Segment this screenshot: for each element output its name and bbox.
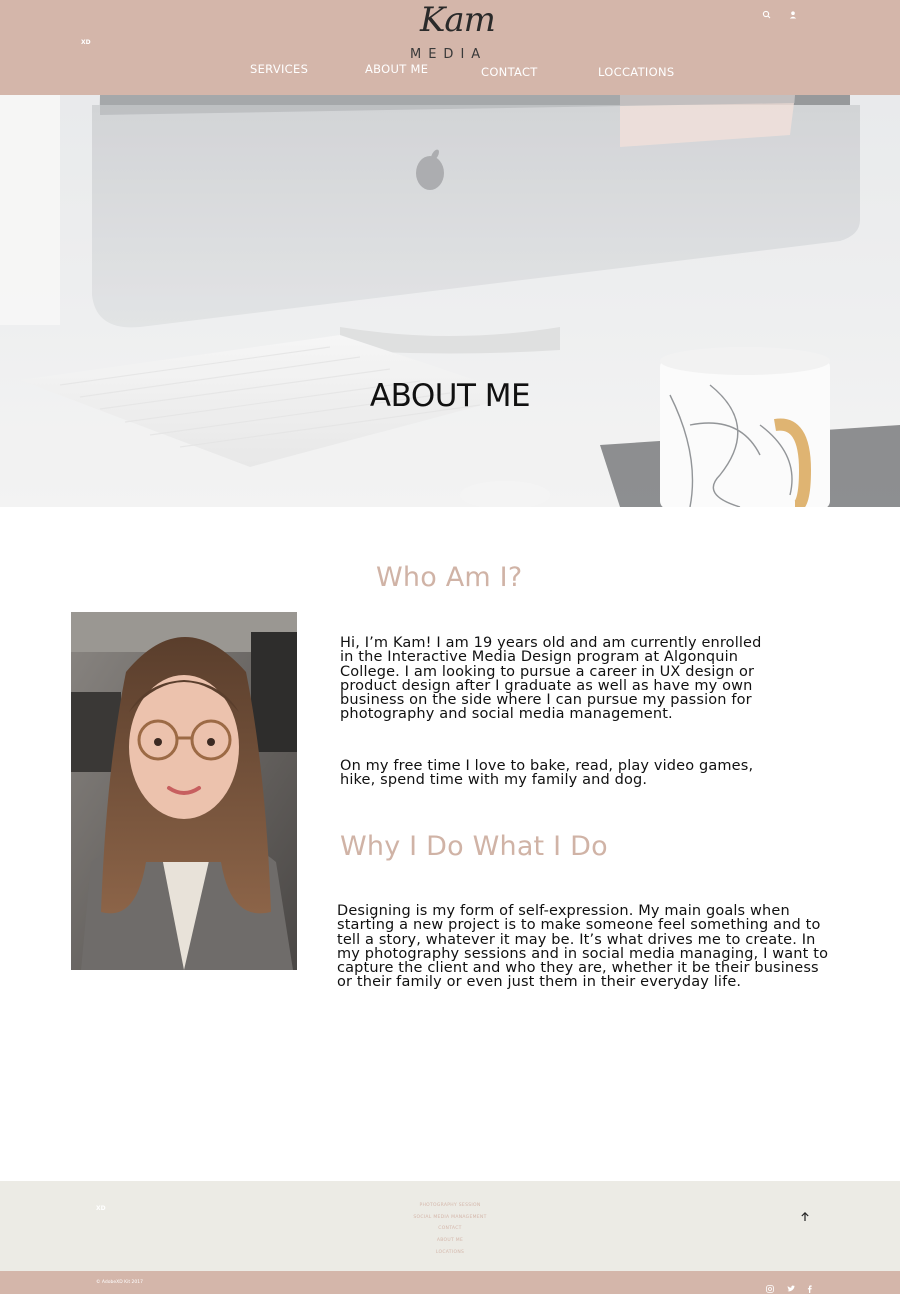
bottom-bar: © AdobeXD Kit 2017 [0,1271,900,1294]
nav-contact[interactable]: CONTACT [481,65,538,79]
site-header: XD Kam MEDIA SERVICES ABOUT ME CONTACT L… [0,0,900,95]
why-line: or their family or even just them in the… [337,974,742,991]
facebook-icon[interactable] [806,1278,814,1293]
free-time-line: On my free time I love to bake, read, pl… [340,758,754,774]
why-line: my photography sessions and in social me… [337,945,829,962]
hero-title: ABOUT ME [369,378,531,414]
why-line: tell a story, whatever it may be. It’s w… [337,931,816,948]
why-paragraph: Designing is my form of self-expression.… [337,904,828,990]
site-footer: XD PHOTOGRAPHY SESSION SOCIAL MEDIA MANA… [0,1181,900,1271]
free-time-paragraph: On my free time I love to bake, read, pl… [340,759,753,788]
nav-locations[interactable]: LOCCATIONS [598,65,674,79]
footer-link-about-me[interactable]: ABOUT ME [350,1235,550,1247]
copyright-text: © AdobeXD Kit 2017 [96,1280,143,1285]
logo-wordmark: MEDIA [410,47,488,62]
intro-line: Hi, I’m Kam! I am 19 years old and am cu… [340,635,762,651]
intro-line: College. I am looking to pursue a career… [340,663,755,680]
why-heading: Why I Do What I Do [340,831,608,862]
footer-nav: PHOTOGRAPHY SESSION SOCIAL MEDIA MANAGEM… [350,1200,550,1258]
who-am-i-heading: Who Am I? [376,562,523,593]
search-icon[interactable] [761,6,773,19]
hero-image [0,95,900,507]
xd-tag: XD [81,39,91,46]
intro-line: product design after I graduate as well … [340,677,753,694]
intro-line: photography and social media management. [340,706,673,723]
twitter-icon[interactable] [787,1278,795,1292]
logo-script: Kam [420,0,496,40]
intro-line: in the Interactive Media Design program … [340,649,739,666]
footer-link-contact[interactable]: CONTACT [350,1223,550,1235]
arrow-up-icon[interactable] [800,1207,810,1221]
footer-link-social-media-management[interactable]: SOCIAL MEDIA MANAGEMENT [350,1212,550,1224]
free-time-line: hike, spend time with my family and dog. [340,772,648,789]
why-line: starting a new project is to make someon… [337,917,821,934]
nav-services[interactable]: SERVICES [250,62,308,76]
intro-line: business on the side where I can pursue … [340,692,752,709]
nav-about-me[interactable]: ABOUT ME [365,62,428,76]
user-icon[interactable] [787,6,799,19]
hero-banner: ABOUT ME [0,95,900,507]
why-line: Designing is my form of self-expression.… [337,903,790,919]
footer-link-photography-session[interactable]: PHOTOGRAPHY SESSION [350,1200,550,1212]
profile-photo [71,612,297,970]
footer-link-locations[interactable]: LOCATIONS [350,1247,550,1259]
instagram-icon[interactable] [766,1278,774,1293]
why-line: capture the client and who they are, whe… [337,960,819,977]
footer-xd-tag: XD [96,1205,106,1212]
intro-paragraph: Hi, I’m Kam! I am 19 years old and am cu… [340,636,762,722]
